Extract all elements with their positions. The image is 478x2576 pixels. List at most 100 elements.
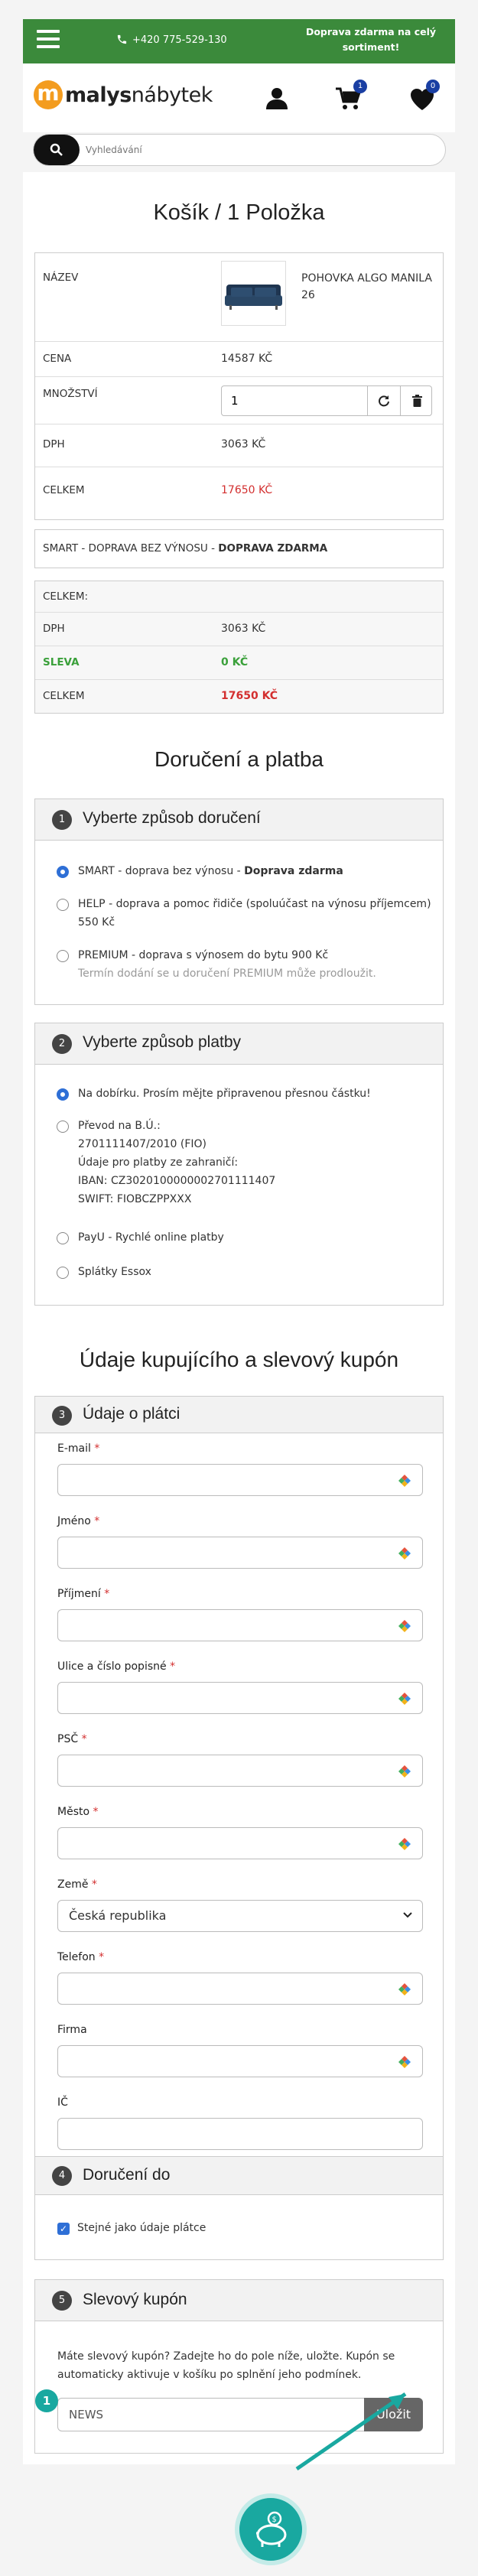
ic-input[interactable] [58,2119,422,2149]
radio[interactable] [57,1232,69,1244]
email-label: E-mail * [57,1442,99,1455]
svg-text:$: $ [272,2516,277,2524]
step-number: 5 [52,2291,72,2311]
autofill-icon[interactable] [398,1982,411,1996]
menu-icon[interactable] [37,30,60,50]
phone-contact[interactable]: +420 775-529-130 [116,34,227,46]
logo-mark: m [34,80,63,109]
email-field[interactable] [57,1464,423,1496]
main-content: Košík / 1 Položka NÁZEV POHOVKA ALGO MAN… [23,172,455,2464]
logo-text-light: nábytek [131,83,213,107]
company-input[interactable] [58,2046,422,2077]
phone-field[interactable] [57,1973,423,2005]
radio[interactable] [57,1120,69,1133]
user-icon[interactable] [265,86,289,109]
autofill-icon[interactable] [398,1619,411,1633]
hint-step-marker: 1 [35,2389,58,2412]
surname-input[interactable] [58,1610,422,1641]
panel-title: Údaje o plátci [83,1405,180,1423]
required-mark: * [91,1878,97,1891]
same-as-payer-label[interactable]: Stejné jako údaje plátce [77,2222,206,2234]
required-mark: * [104,1588,110,1600]
city-field[interactable] [57,1827,423,1859]
payment-option-payu[interactable]: PayU - Rychlé online platby [57,1228,437,1247]
zip-field[interactable] [57,1755,423,1787]
payment-option-transfer[interactable]: Převod na B.Ú.: 2701111407/2010 (FIO) Údaj… [57,1117,437,1208]
option-note: Termín dodání se u doručení PREMIUM může… [78,968,376,980]
name-label: NÁZEV [43,272,79,284]
email-input[interactable] [58,1465,422,1495]
zip-label: PSČ * [57,1733,87,1745]
delivery-option-help[interactable]: HELP - doprava a pomoc řidiče (spoluúčas… [57,895,437,932]
phone-number: +420 775-529-130 [132,34,227,46]
country-select[interactable]: Česká republika [57,1900,423,1932]
delivery-option-smart[interactable]: SMART - doprava bez výnosu - Doprava zda… [57,862,437,880]
remove-button[interactable] [400,386,433,415]
delivery-option-premium[interactable]: PREMIUM - doprava s výnosem do bytu 900 … [57,946,437,983]
quantity-input[interactable] [222,386,367,415]
payment-option-essox[interactable]: Splátky Essox [57,1263,437,1281]
search-button[interactable] [34,135,80,165]
step-number: 4 [52,2166,72,2186]
payer-panel: 3 Údaje o plátci E-mail * Jméno * Příjme… [34,1396,444,2161]
country-label: Země * [57,1878,97,1891]
option-label-bold: Doprava zdarma [244,865,343,877]
autofill-icon[interactable] [398,2055,411,2069]
table-row: CENA 14587 Kč [35,341,443,376]
radio-selected[interactable] [57,866,69,878]
street-input[interactable] [58,1683,422,1713]
product-name[interactable]: POHOVKA ALGO MANILA 26 [301,270,439,304]
step-number: 2 [52,1034,72,1054]
company-field[interactable] [57,2045,423,2077]
option-label: Na dobírku. Prosím mějte připravenou pře… [78,1088,371,1100]
cart-badge: 1 [353,80,367,93]
step-number: 1 [52,810,72,830]
street-label: Ulice a číslo popisné * [57,1660,175,1673]
label-text: E-mail [57,1442,91,1455]
delivery-address-panel: 4 Doručení do ✓ Stejné jako údaje plátce [34,2156,444,2260]
radio[interactable] [57,1267,69,1279]
option-label: PayU - Rychlé online platby [78,1231,224,1244]
trash-icon [412,395,422,407]
autofill-icon[interactable] [398,1474,411,1488]
option-label: PREMIUM - doprava s výnosem do bytu 900 … [78,949,329,961]
quantity-label: MNOŽSTVÍ [43,388,98,400]
table-row: SLEVA 0 Kč [35,646,443,679]
zip-input[interactable] [58,1755,422,1786]
autofill-icon[interactable] [398,1837,411,1851]
hint-arrow [295,2392,407,2471]
autofill-icon[interactable] [398,1692,411,1706]
surname-field[interactable] [57,1609,423,1641]
radio[interactable] [57,899,69,911]
refresh-button[interactable] [367,386,400,415]
piggy-bank-button[interactable]: $ [235,2493,307,2565]
name-label: Jméno * [57,1515,99,1527]
table-row: CELKEM: [35,581,443,612]
price-label: CENA [43,353,72,365]
autofill-icon[interactable] [398,1764,411,1778]
option-label: HELP - doprava a pomoc řidiče (spoluúčas… [78,898,431,929]
summary-label: CELKEM: [43,590,89,603]
sum-vat-label: DPH [43,623,65,635]
discount-label: SLEVA [43,656,80,668]
autofill-icon[interactable] [398,1547,411,1560]
name-field[interactable] [57,1537,423,1569]
table-row: DPH 3063 Kč [35,612,443,646]
ic-field[interactable] [57,2118,423,2150]
radio[interactable] [57,950,69,962]
option-label: SMART - doprava bez výnosu - [78,865,245,877]
radio-selected[interactable] [57,1088,69,1101]
payment-method-panel: 2 Vyberte způsob platby Na dobírku. Pros… [34,1023,444,1306]
city-input[interactable] [58,1828,422,1859]
panel-header: 4 Doručení do [35,2157,443,2195]
payment-option-cod[interactable]: Na dobírku. Prosím mějte připravenou pře… [57,1085,437,1103]
name-input[interactable] [58,1537,422,1568]
quantity-group [221,385,432,416]
search-input[interactable] [86,139,437,161]
same-as-payer-checkbox[interactable]: ✓ [57,2223,70,2235]
phone-input[interactable] [58,1973,422,2004]
country-value: Česká republika [69,1908,167,1923]
logo[interactable]: m malysnábytek [34,80,213,109]
product-thumbnail[interactable] [221,261,286,326]
street-field[interactable] [57,1682,423,1714]
